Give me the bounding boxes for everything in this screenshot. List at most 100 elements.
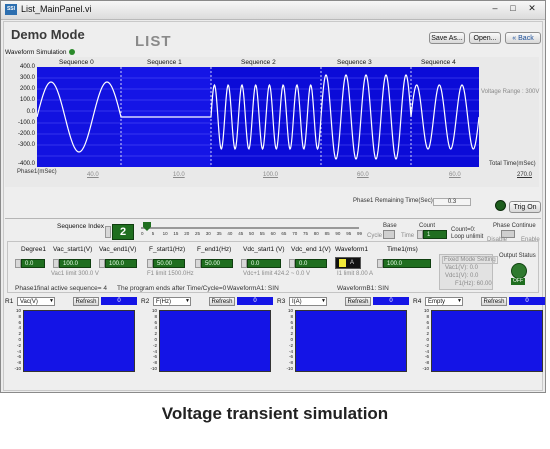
slider-tick-label: 10 (162, 231, 168, 236)
plot-y-tick: 8 (18, 313, 21, 319)
plot-y-tick: -6 (16, 354, 21, 360)
trig-on-button[interactable]: Trig On (509, 201, 541, 213)
divider (5, 218, 541, 219)
plot-y-tick: -2 (288, 342, 293, 348)
plot-y-tick: 0 (154, 337, 157, 342)
refresh-button[interactable]: Refresh (345, 297, 371, 306)
vdc-end-field[interactable]: 0.0 (295, 259, 327, 268)
open-button[interactable]: Open... (469, 32, 501, 44)
chevron-down-icon: ▼ (457, 298, 462, 304)
total-time-label: Total Time(mSec) (489, 161, 536, 167)
plot-y-tick: -4 (288, 348, 293, 354)
plot-y-tick: -10 (150, 366, 157, 371)
plot-label: R4 (413, 298, 422, 305)
plot-canvas (23, 310, 135, 372)
slider-tick-label: 65 (281, 231, 287, 236)
param-header: F_start1(Hz) (149, 246, 186, 253)
slider-tick-label: 95 (346, 231, 352, 236)
time-label: Time (401, 233, 415, 239)
plot-y-tick: -8 (288, 360, 293, 366)
cycle-label: Cycle (367, 233, 383, 239)
vac-start-field[interactable]: 100.0 (59, 259, 91, 268)
back-button[interactable]: « Back (505, 32, 541, 44)
param-header: F_end1(Hz) (197, 246, 232, 253)
refresh-button[interactable]: Refresh (481, 297, 507, 306)
slider-tick-label: 85 (324, 231, 330, 236)
f-end-field[interactable]: 50.00 (201, 259, 233, 268)
vdc-start-field[interactable]: 0.0 (247, 259, 281, 268)
plot-y-tick: 8 (426, 313, 429, 319)
slider-tick-label: 80 (313, 231, 319, 236)
waveform-simulation-label: Waveform Simulation (5, 49, 75, 56)
output-status-button[interactable] (511, 263, 527, 279)
waveform-switch-icon (339, 259, 346, 267)
waveform-b-info: WaveformB1: SIN (337, 285, 389, 292)
time-field[interactable]: 100.0 (383, 259, 431, 268)
f-start-field[interactable]: 50.00 (153, 259, 185, 268)
refresh-button[interactable]: Refresh (209, 297, 235, 306)
save-as-button[interactable]: Save As... (429, 32, 465, 44)
param-header: Vac_start1(V) (53, 246, 93, 253)
sequence-index-value[interactable]: 2 (112, 224, 134, 240)
param-header: Time1(ms) (387, 246, 418, 253)
waveform-selector[interactable]: A (335, 257, 361, 269)
plot-y-tick: 10 (15, 308, 21, 313)
final-sequence-info: Phase1final active sequence= 4 (15, 285, 107, 292)
count-field[interactable]: 1 (423, 230, 447, 239)
plot-y-tick: 10 (287, 308, 293, 313)
slider-tick-label: 15 (173, 231, 179, 236)
maximize-icon[interactable]: □ (507, 2, 519, 14)
plot-label: R1 (5, 298, 14, 305)
fixed-f: F1(Hz): 60.00 (455, 281, 492, 287)
param-header: Vac_end1(V) (99, 246, 137, 253)
y-tick: 0.0 (26, 109, 35, 115)
plot-y-tick: -2 (152, 342, 157, 348)
sequence-index-stepper[interactable] (105, 226, 111, 238)
plot-y-tick: 2 (426, 331, 429, 337)
y-tick: -300.0 (17, 142, 35, 148)
slider-tick-label: 25 (195, 231, 201, 236)
phase-time: 40.0 (87, 172, 99, 178)
plot-y-tick: 8 (290, 313, 293, 319)
plot-y-tick: 10 (151, 308, 157, 313)
slider-tick-label: 55 (259, 231, 265, 236)
count-label: Count (419, 223, 436, 229)
base-toggle[interactable] (383, 230, 395, 239)
plot-value: 0 (373, 297, 409, 305)
waveform-selected: A (350, 260, 355, 266)
degree-field[interactable]: 0.0 (21, 259, 45, 268)
slider-tick-label: 75 (303, 231, 309, 236)
chevron-down-icon: ▼ (49, 298, 54, 304)
chevron-down-icon: ▼ (321, 298, 326, 304)
trigger-led-icon (495, 200, 506, 211)
minimize-icon[interactable]: – (489, 2, 501, 14)
param-header: Vdc_start1 (V) (243, 246, 285, 253)
vac-end-field[interactable]: 100.0 (105, 259, 137, 268)
slider-tick-label: 99 (357, 231, 363, 236)
plot-canvas (295, 310, 407, 372)
sequence-slider-track[interactable] (141, 227, 359, 229)
plot-y-tick: -6 (152, 354, 157, 360)
plot-y-tick: 0 (290, 337, 293, 342)
close-icon[interactable]: ✕ (525, 2, 539, 14)
refresh-button[interactable]: Refresh (73, 297, 99, 306)
slider-tick-label: 0 (141, 231, 144, 236)
plot-y-tick: 4 (426, 325, 429, 331)
fixed-vdc: Vdc1(V): 0.0 (445, 273, 479, 279)
plot-y-tick: 4 (290, 325, 293, 331)
plot-y-tick: 0 (18, 337, 21, 342)
back-arrow-icon: « (512, 35, 517, 42)
plot-y-tick: -2 (16, 342, 21, 348)
y-tick: 400.0 (19, 64, 35, 70)
plot-y-tick: -6 (424, 354, 429, 360)
y-tick: 100.0 (19, 97, 35, 103)
slider-tick-label: 90 (335, 231, 341, 236)
fixed-mode-title: Fixed Mode Setting (442, 256, 498, 264)
back-label: Back (518, 35, 534, 42)
plot-y-tick: -4 (152, 348, 157, 354)
phase-time: 60.0 (357, 172, 369, 178)
i-limit: I1 limit 8.00 A (337, 271, 374, 277)
caption: Voltage transient simulation (161, 404, 389, 423)
slider-tick-label: 35 (216, 231, 222, 236)
plot-y-tick: 2 (154, 331, 157, 337)
